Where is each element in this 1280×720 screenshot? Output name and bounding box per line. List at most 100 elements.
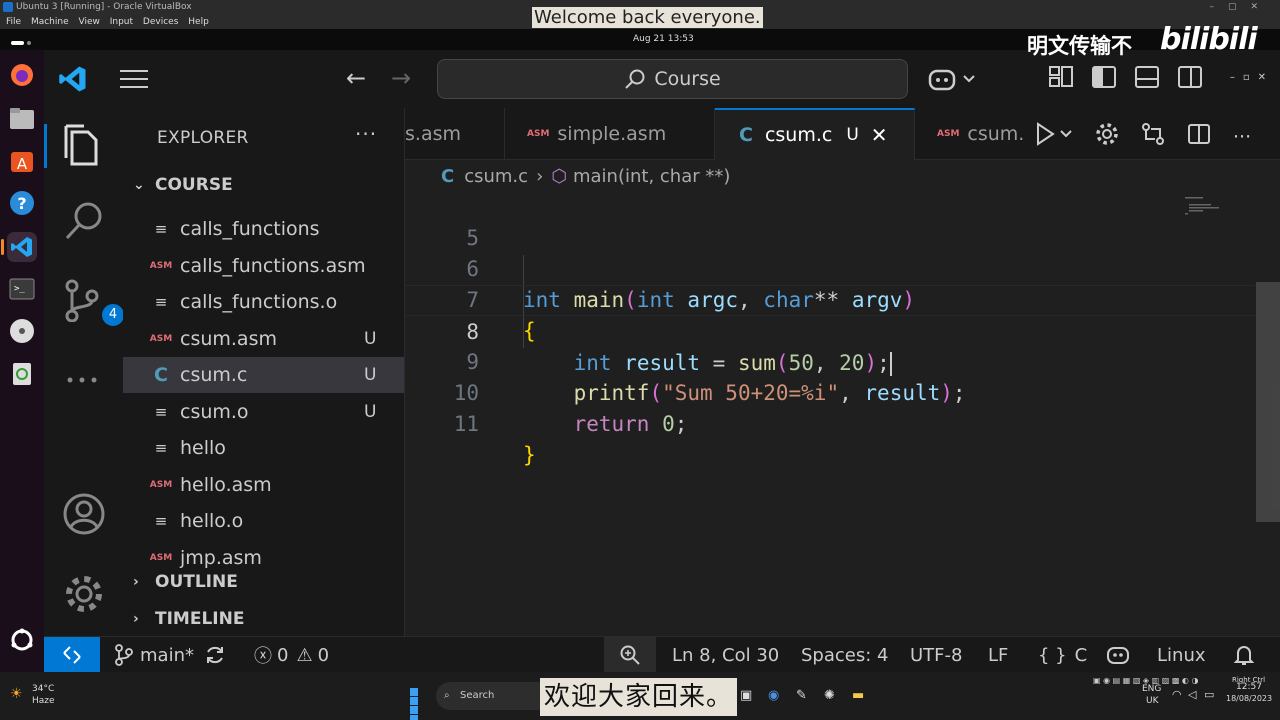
more-actions-icon[interactable]: ··· (355, 122, 377, 146)
line-ending[interactable]: LF (988, 637, 1008, 673)
tab-s-asm[interactable]: s.asm (405, 108, 505, 160)
vbox-menu-input[interactable]: Input (110, 17, 133, 27)
windows-start-icon[interactable] (410, 688, 427, 720)
close-icon[interactable]: ✕ (871, 123, 888, 147)
folder-header-course[interactable]: ⌄ COURSE (133, 175, 233, 195)
outline-section[interactable]: › OUTLINE (133, 572, 238, 592)
wifi-icon[interactable]: ◠ (1172, 688, 1182, 701)
breadcrumb-file[interactable]: csum.c (464, 166, 528, 187)
activities-button[interactable] (11, 38, 37, 45)
breadcrumb-symbol[interactable]: main(int, char **) (573, 166, 730, 187)
taskbar-browser-icon[interactable]: ◉ (768, 688, 779, 703)
problems-indicator[interactable]: ⓧ 0 ⚠ 0 (254, 637, 329, 673)
cursor-position[interactable]: Ln 8, Col 30 (672, 637, 779, 673)
file-item-hello[interactable]: ≡ hello (123, 430, 404, 466)
volume-icon[interactable]: ◁ (1188, 688, 1196, 701)
file-item-calls-functions[interactable]: ≡ calls_functions (123, 211, 404, 247)
tab-csum-asm[interactable]: ASM csum. (915, 108, 1035, 160)
settings-gear-icon[interactable] (1095, 122, 1119, 151)
file-item-calls-functions-o[interactable]: ≡ calls_functions.o (123, 284, 404, 320)
minimap[interactable] (1185, 192, 1245, 222)
firefox-icon[interactable] (7, 60, 37, 90)
scrollbar-thumb[interactable] (1256, 282, 1280, 522)
menu-hamburger-icon[interactable] (120, 70, 148, 90)
file-item-calls-functions-asm[interactable]: ASM calls_functions.asm (123, 248, 404, 284)
copilot-status-icon[interactable] (1106, 637, 1130, 673)
encoding[interactable]: UTF-8 (910, 637, 962, 673)
git-branch[interactable]: main* (114, 637, 194, 673)
tab-simple-asm[interactable]: ASM simple.asm (505, 108, 715, 160)
file-item-jmp-asm[interactable]: ASM jmp.asm (123, 540, 404, 576)
vbox-menu-view[interactable]: View (79, 17, 100, 27)
tab-csum-c[interactable]: C csum.c U ✕ (715, 108, 915, 160)
copilot-icon[interactable] (928, 66, 978, 92)
subtitle-english: Welcome back everyone. (532, 7, 763, 28)
code-line: 9 printf("Sum 50+20=%i", result); (405, 316, 1255, 405)
code-line: 11 } (405, 378, 1255, 467)
forward-arrow-icon[interactable]: → (391, 64, 411, 92)
zoom-icon[interactable] (604, 637, 656, 673)
tab-label: csum. (967, 123, 1025, 145)
file-item-csum-asm[interactable]: ASM csum.asm U (123, 321, 404, 357)
windows-search-box[interactable]: ⌕ Search (436, 682, 556, 710)
sync-icon[interactable] (204, 637, 226, 673)
taskbar-chatgpt-icon[interactable]: ✺ (824, 688, 835, 703)
run-debug-icon[interactable] (1033, 122, 1073, 151)
vscode-dock-icon[interactable] (7, 232, 37, 262)
source-control-icon[interactable]: 4 (62, 278, 124, 326)
taskbar-folder-icon[interactable]: ▬ (852, 688, 864, 703)
accounts-icon[interactable] (62, 492, 106, 536)
os-indicator[interactable]: Linux (1157, 637, 1206, 673)
toggle-primary-sidebar-icon[interactable] (1092, 66, 1116, 88)
remote-indicator[interactable] (44, 637, 100, 673)
back-arrow-icon[interactable]: ← (346, 64, 366, 92)
file-item-csum-c[interactable]: Ccsum.c U (123, 357, 404, 393)
explorer-title: EXPLORER (157, 128, 249, 148)
file-item-csum-o[interactable]: ≡ csum.o U (123, 394, 404, 430)
svg-text:>_: >_ (14, 284, 25, 294)
editor-scrollbar[interactable] (1256, 192, 1280, 640)
search-sidebar-icon[interactable] (62, 200, 106, 244)
customize-layout-icon[interactable] (1049, 66, 1073, 88)
vbox-window-controls[interactable]: –▢✕ (1209, 0, 1272, 15)
command-center[interactable]: Course (437, 59, 908, 99)
help-icon[interactable]: ? (7, 188, 37, 218)
trash-icon[interactable] (7, 358, 37, 388)
taskbar-edit-icon[interactable]: ✎ (796, 688, 807, 703)
timeline-section[interactable]: › TIMELINE (133, 609, 244, 629)
vscode-window-controls[interactable]: –▫✕ (1230, 72, 1274, 83)
input-lang[interactable]: ENG (1142, 684, 1161, 694)
vbox-menu-file[interactable]: File (6, 17, 21, 27)
more-editor-actions-icon[interactable]: ··· (1233, 126, 1251, 148)
app-center-icon[interactable]: A (7, 146, 37, 176)
ubuntu-clock[interactable]: Aug 21 13:53 (633, 34, 694, 44)
vbox-menu-machine[interactable]: Machine (31, 17, 69, 27)
notifications-bell-icon[interactable] (1234, 637, 1254, 673)
code-editor[interactable]: 5 6 int main(int argc, char** argv) 7 { … (405, 192, 1280, 640)
toggle-panel-icon[interactable] (1135, 66, 1159, 88)
vbox-menu-devices[interactable]: Devices (143, 17, 178, 27)
file-item-hello-asm[interactable]: ASM hello.asm (123, 467, 404, 503)
show-apps-icon[interactable] (10, 628, 34, 652)
disc-icon[interactable] (7, 316, 37, 346)
language-mode[interactable]: { } C (1038, 637, 1087, 673)
files-icon[interactable] (7, 104, 37, 134)
manage-gear-icon[interactable] (62, 572, 106, 616)
split-editor-icon[interactable] (1187, 122, 1211, 151)
vbox-menu-help[interactable]: Help (188, 17, 209, 27)
explorer-icon[interactable] (44, 124, 106, 168)
file-item-hello-o[interactable]: ≡ hello.o (123, 503, 404, 539)
line-number: 11 (453, 412, 479, 436)
battery-icon[interactable]: ▭ (1204, 688, 1214, 701)
taskbar-app-icon[interactable]: ▣ (740, 688, 752, 703)
git-status-badge: U (364, 365, 377, 385)
tab-label: simple.asm (557, 123, 667, 145)
source-control-badge: 4 (102, 304, 124, 326)
terminal-icon[interactable]: >_ (7, 274, 37, 304)
indentation[interactable]: Spaces: 4 (801, 637, 888, 673)
vbox-window-title: Ubuntu 3 [Running] - Oracle VirtualBox (16, 2, 192, 12)
toggle-secondary-sidebar-icon[interactable] (1178, 66, 1202, 88)
compare-changes-icon[interactable] (1141, 122, 1165, 151)
svg-text:A: A (17, 155, 28, 173)
more-views-icon[interactable] (62, 358, 106, 402)
